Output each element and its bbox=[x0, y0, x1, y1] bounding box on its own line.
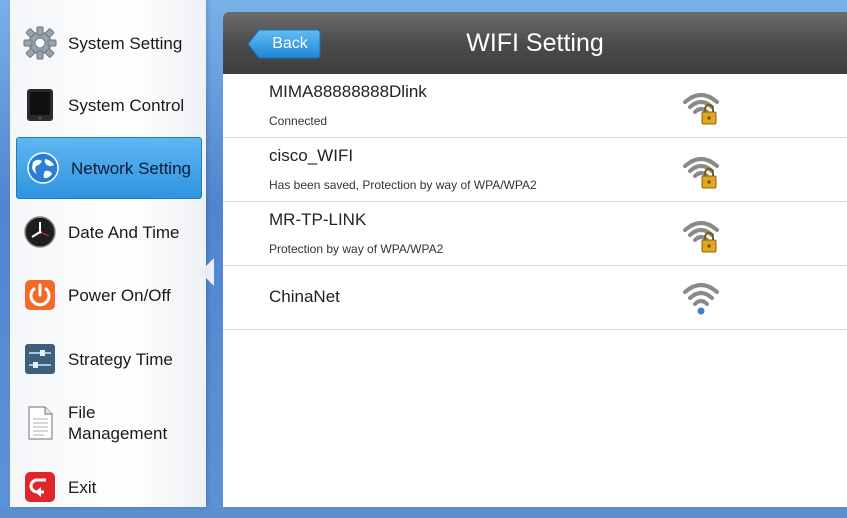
wifi-ssid: ChinaNet bbox=[269, 287, 340, 306]
gear-icon bbox=[22, 25, 58, 61]
tablet-icon bbox=[22, 87, 58, 123]
wifi-list-item[interactable]: ChinaNet bbox=[223, 266, 847, 330]
selection-pointer bbox=[200, 258, 214, 286]
document-icon bbox=[22, 405, 58, 441]
sidebar-item-network-setting[interactable]: Network Setting bbox=[16, 137, 202, 199]
wifi-lock-icon bbox=[681, 214, 723, 256]
sidebar-item-exit[interactable]: Exit bbox=[14, 456, 202, 518]
sidebar-item-label: Power On/Off bbox=[68, 285, 171, 305]
wifi-status: Protection by way of WPA/WPA2 bbox=[269, 242, 444, 256]
sidebar-item-system-setting[interactable]: System Setting bbox=[14, 12, 202, 74]
back-button-label: Back bbox=[272, 35, 308, 52]
wifi-lock-icon bbox=[681, 150, 723, 192]
wifi-ssid: MR-TP-LINK bbox=[269, 210, 367, 229]
exit-icon bbox=[22, 469, 58, 505]
power-icon bbox=[22, 277, 58, 313]
wifi-ssid: MIMA88888888Dlink bbox=[269, 82, 427, 101]
sidebar-item-strategy-time[interactable]: Strategy Time bbox=[14, 328, 202, 390]
sidebar-item-system-control[interactable]: System Control bbox=[14, 74, 202, 136]
clock-icon bbox=[22, 214, 58, 250]
wifi-status: Has been saved, Protection by way of WPA… bbox=[269, 178, 537, 192]
sidebar-item-file-management[interactable]: File Management bbox=[14, 392, 202, 454]
sidebar-item-label-line2: Management bbox=[68, 424, 168, 443]
sidebar-item-label: Exit bbox=[68, 477, 97, 497]
wifi-lock-icon bbox=[681, 86, 723, 128]
wifi-list-item[interactable]: MR-TP-LINK Protection by way of WPA/WPA2 bbox=[223, 202, 847, 266]
sidebar-item-label: File Management bbox=[68, 402, 167, 444]
globe-icon bbox=[25, 150, 61, 186]
settings-sidebar: System Setting System Control Network Se… bbox=[10, 0, 206, 507]
sidebar-item-date-and-time[interactable]: Date And Time bbox=[14, 201, 202, 263]
sidebar-item-label: Date And Time bbox=[68, 222, 180, 242]
wifi-status: Connected bbox=[269, 114, 328, 128]
sliders-icon bbox=[22, 341, 58, 377]
wifi-list-item[interactable]: cisco_WIFI Has been saved, Protection by… bbox=[223, 138, 847, 202]
sidebar-item-label: System Control bbox=[68, 95, 185, 115]
sidebar-item-label: Network Setting bbox=[71, 158, 191, 178]
sidebar-item-power-on-off[interactable]: Power On/Off bbox=[14, 264, 202, 326]
sidebar-item-label-line1: File bbox=[68, 403, 96, 422]
wifi-ssid: cisco_WIFI bbox=[269, 146, 354, 165]
back-button[interactable]: Back bbox=[247, 29, 321, 59]
sidebar-item-label: System Setting bbox=[68, 33, 183, 53]
sidebar-item-label: Strategy Time bbox=[68, 349, 173, 369]
wifi-icon bbox=[681, 278, 723, 320]
wifi-setting-panel: WIFI Setting Back MIMA88888888Dlink Conn… bbox=[223, 12, 847, 507]
wifi-list-item[interactable]: MIMA88888888Dlink Connected bbox=[223, 74, 847, 138]
title-bar: WIFI Setting Back bbox=[223, 12, 847, 74]
